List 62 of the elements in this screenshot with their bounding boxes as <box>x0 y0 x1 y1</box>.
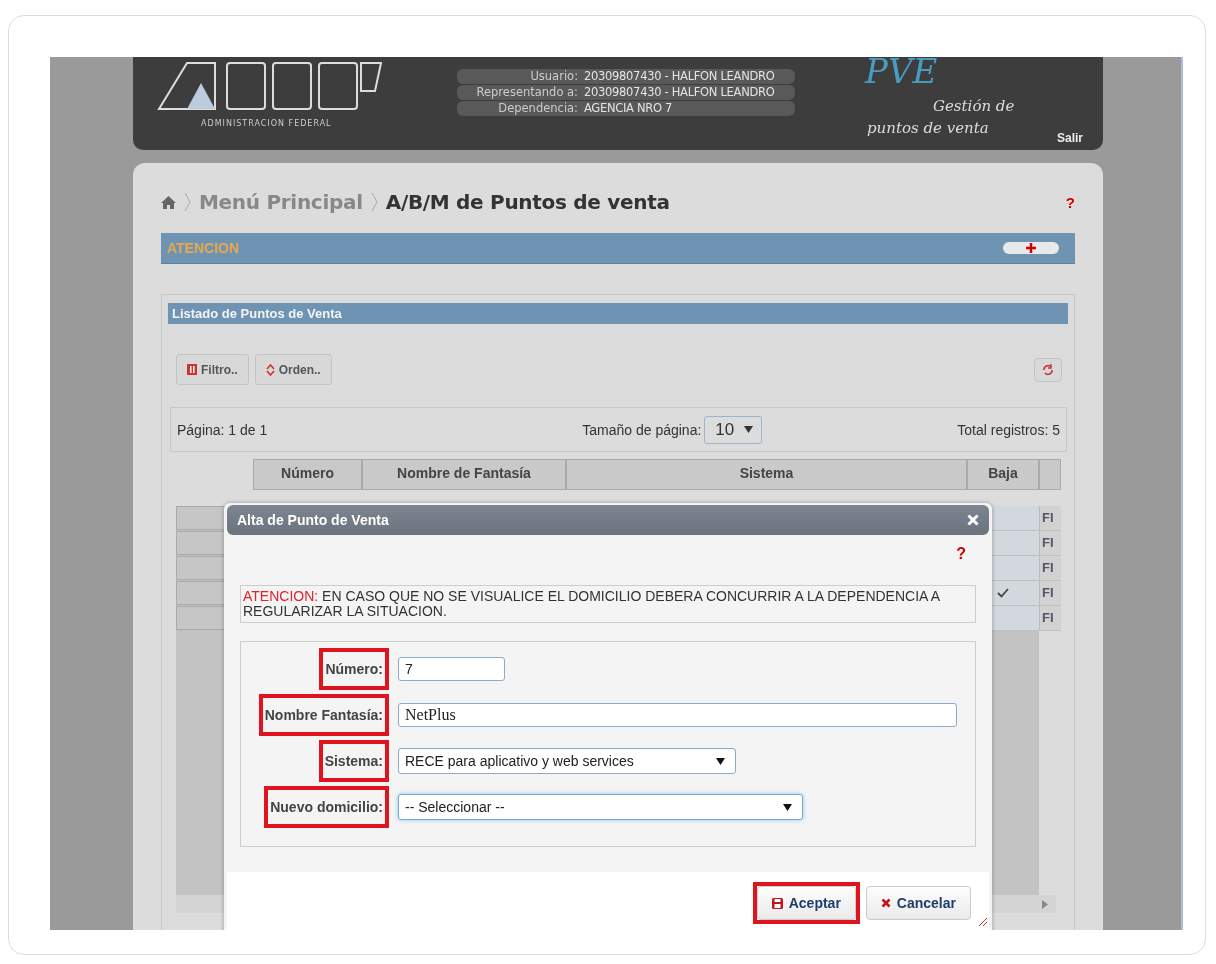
home-icon[interactable] <box>161 195 176 209</box>
scroll-right-icon[interactable] <box>1042 899 1048 909</box>
help-link[interactable]: ? <box>1065 193 1075 211</box>
page-size-label: Tamaño de página: <box>582 421 702 438</box>
breadcrumb-item: A/B/M de Puntos de venta <box>385 190 670 214</box>
dropdown[interactable]: RECE para aplicativo y web services <box>398 748 736 774</box>
input-field[interactable]: NetPlus <box>398 703 957 727</box>
column-header: Número <box>253 459 362 490</box>
page-indicator: Página: 1 de 1 <box>177 421 268 438</box>
table-cell: FI <box>1039 606 1061 630</box>
cancel-button[interactable]: Cancelar <box>865 886 971 920</box>
chevron-icon <box>370 192 378 212</box>
expand-button[interactable] <box>1003 242 1059 254</box>
logout-link[interactable]: Salir <box>1057 131 1083 145</box>
help-link[interactable]: ? <box>956 545 966 581</box>
logo-text: ADMINISTRACION FEDERAL <box>201 119 333 128</box>
filter-icon <box>187 364 197 375</box>
field-label: Nombre Fantasía: <box>258 694 389 736</box>
info-label: Representando a: <box>475 85 578 100</box>
column-header <box>1039 459 1061 490</box>
notice-bar-title: ATENCION <box>167 240 240 256</box>
plus-icon <box>1026 243 1036 253</box>
check-icon <box>997 588 1009 598</box>
info-value: 20309807430 - HALFON LEANDRO <box>584 69 775 84</box>
column-header: Sistema <box>566 459 967 490</box>
input-field[interactable]: 7 <box>398 657 505 681</box>
sort-icon <box>265 363 275 376</box>
sort-button[interactable]: Orden.. <box>254 354 332 385</box>
refresh-button[interactable] <box>1034 357 1062 382</box>
brand-title: PVE <box>865 57 938 91</box>
refresh-icon <box>1042 363 1054 376</box>
brand-subtitle: Gestión de <box>933 97 1015 115</box>
listing-title: Listado de Puntos de Venta <box>168 303 1068 324</box>
info-value: AGENCIA NRO 7 <box>584 101 673 116</box>
accept-button[interactable]: Aceptar <box>756 886 856 920</box>
field-label: Nuevo domicilio: <box>264 786 389 828</box>
chevron-icon <box>184 192 191 212</box>
field-label: Número: <box>319 648 389 690</box>
column-header: Baja <box>967 459 1039 490</box>
info-label: Usuario: <box>529 69 578 84</box>
dialog-title: Alta de Punto de Venta <box>237 512 389 528</box>
brand-subtitle: puntos de venta <box>867 119 989 137</box>
save-icon <box>771 897 783 909</box>
close-icon[interactable] <box>967 514 979 526</box>
notice-text: ATENCION: EN CASO QUE NO SE VISUALICE EL DOMICILIO DEBERA CONCURRIR A LA DEPENDENCIA A REGULARIZAR LA SITUACION. <box>240 585 976 623</box>
resize-grip-icon[interactable] <box>977 916 987 926</box>
caret-icon <box>783 803 792 811</box>
info-label: Dependencia: <box>497 101 578 116</box>
table-cell: FI <box>1039 531 1061 555</box>
table-cell: FI <box>1039 581 1061 605</box>
field-label: Sistema: <box>318 740 389 782</box>
column-header: Nombre de Fantasía <box>362 459 566 490</box>
table-cell: FI <box>1039 506 1061 530</box>
caret-icon <box>716 757 725 765</box>
info-value: 20309807430 - HALFON LEANDRO <box>584 85 775 100</box>
filter-button[interactable]: Filtro.. <box>176 354 249 385</box>
dropdown[interactable]: -- Seleccionar -- <box>398 794 803 820</box>
caret-icon <box>744 426 754 433</box>
close-icon <box>880 898 891 908</box>
table-cell: FI <box>1039 556 1061 580</box>
total-records: Total registros: 5 <box>957 421 1060 438</box>
page-size-select[interactable]: 10 <box>704 415 763 444</box>
